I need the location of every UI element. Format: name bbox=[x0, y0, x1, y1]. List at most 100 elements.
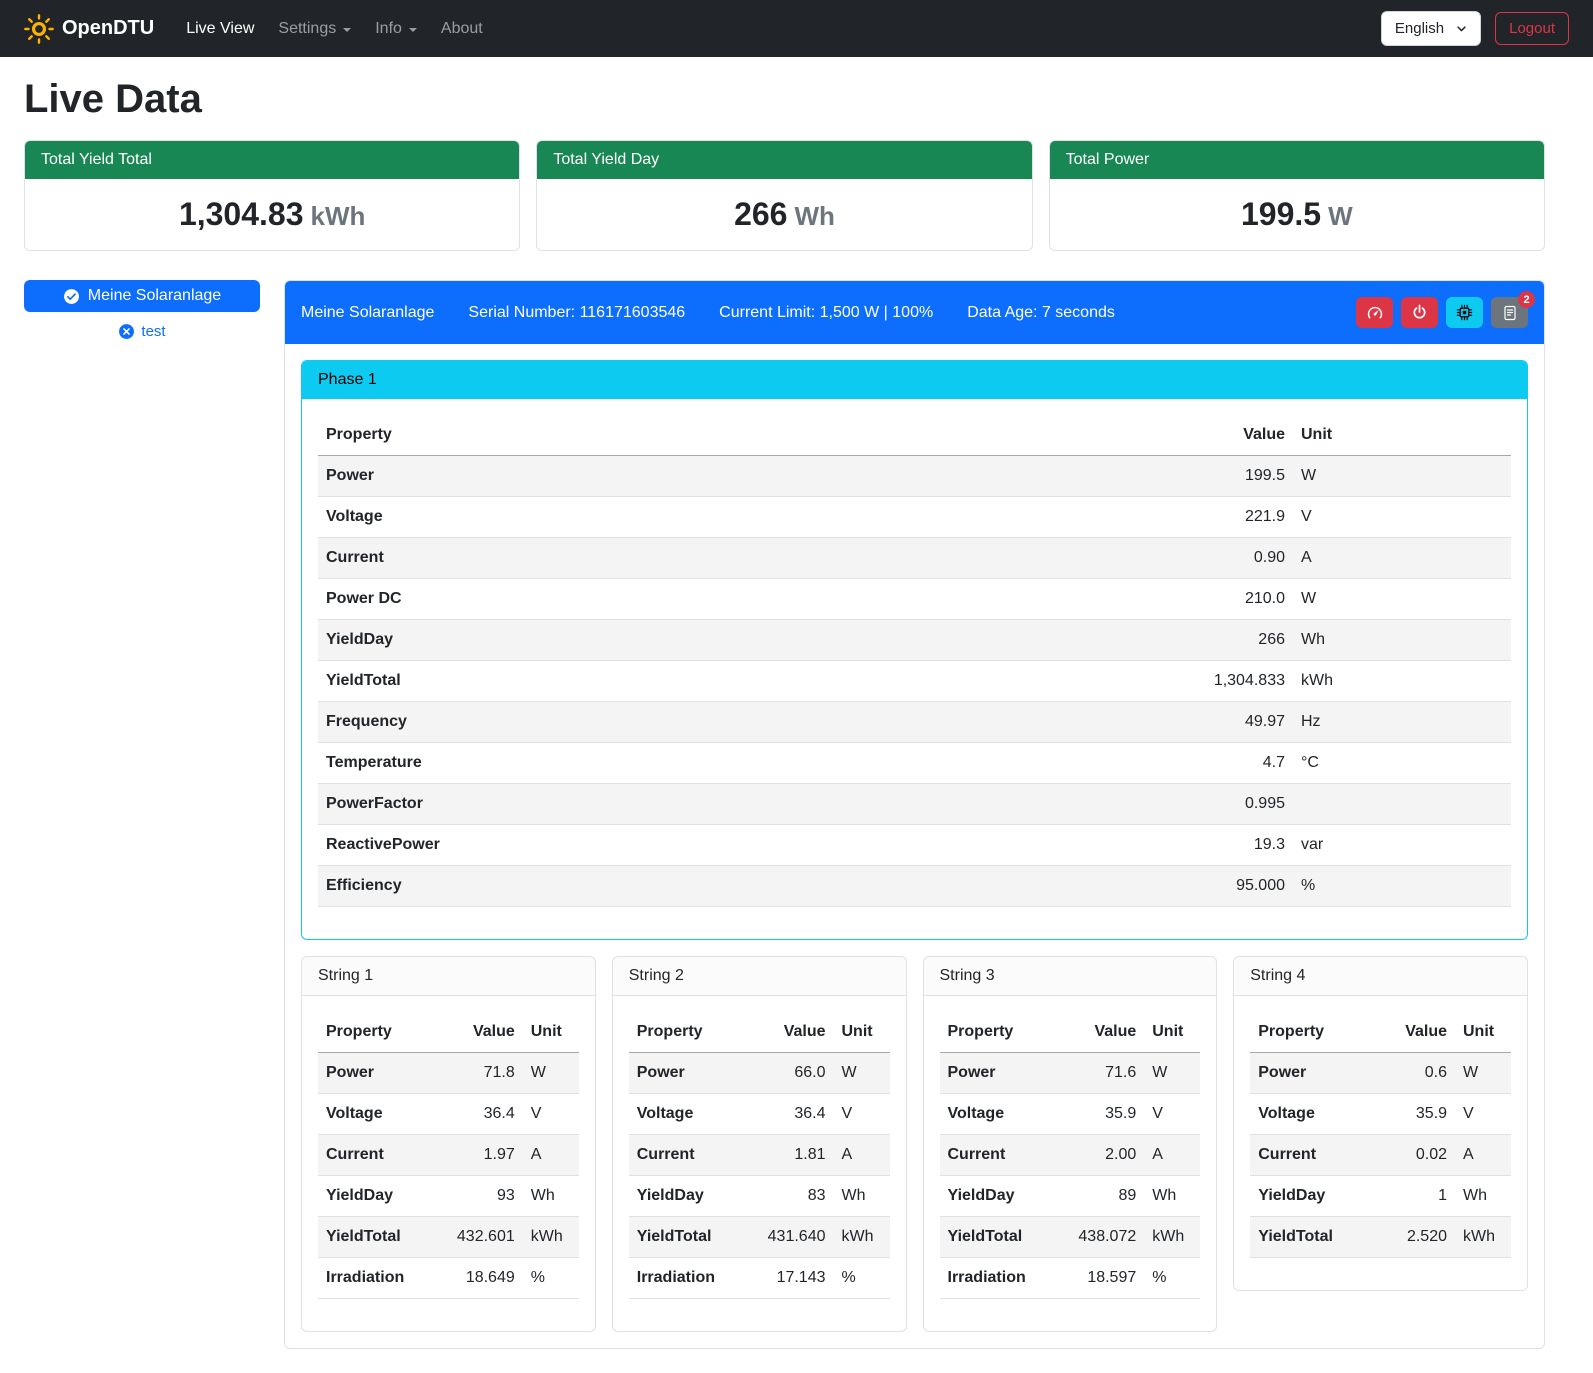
nav-info[interactable]: Info bbox=[363, 12, 429, 46]
table-row: Power DC 210.0 W bbox=[318, 579, 1511, 620]
row-unit: W bbox=[1293, 456, 1511, 497]
logout-button[interactable]: Logout bbox=[1495, 12, 1569, 45]
inverter-name: Meine Solaranlage bbox=[301, 304, 434, 322]
row-property: Voltage bbox=[1250, 1094, 1375, 1135]
power-icon bbox=[1411, 304, 1428, 321]
page-container: Live Data Total Yield Total 1,304.83kWh … bbox=[0, 77, 1593, 1373]
row-value: 4.7 bbox=[901, 743, 1293, 784]
device-info-button[interactable] bbox=[1446, 297, 1483, 328]
row-value: 0.6 bbox=[1375, 1053, 1455, 1094]
nav-settings[interactable]: Settings bbox=[266, 12, 363, 46]
string-card-body: Property Value Unit Power bbox=[302, 996, 595, 1331]
inverter-select-button[interactable]: Meine Solaranlage bbox=[24, 280, 260, 312]
string-card-title: String 4 bbox=[1234, 957, 1527, 996]
row-unit: % bbox=[1293, 866, 1511, 907]
nav-about[interactable]: About bbox=[429, 12, 495, 46]
row-property: Current bbox=[318, 1135, 433, 1176]
col-unit: Unit bbox=[523, 1012, 579, 1053]
row-property: Voltage bbox=[318, 1094, 433, 1135]
row-unit: V bbox=[1455, 1094, 1511, 1135]
string-card-title: String 2 bbox=[613, 957, 906, 996]
row-value: 18.649 bbox=[433, 1258, 523, 1299]
row-value: 0.02 bbox=[1375, 1135, 1455, 1176]
col-value: Value bbox=[433, 1012, 523, 1053]
journal-icon bbox=[1502, 305, 1518, 321]
col-unit: Unit bbox=[834, 1012, 890, 1053]
table-row: Frequency 49.97 Hz bbox=[318, 702, 1511, 743]
summary-card-body: 199.5W bbox=[1050, 179, 1544, 250]
row-property: YieldDay bbox=[318, 1176, 433, 1217]
row-value: 1 bbox=[1375, 1176, 1455, 1217]
summary-card-title: Total Yield Day bbox=[537, 141, 1031, 179]
event-log-button[interactable]: 2 bbox=[1491, 297, 1528, 328]
string-card-title: String 3 bbox=[924, 957, 1217, 996]
sun-icon bbox=[24, 14, 54, 44]
row-unit: V bbox=[834, 1094, 890, 1135]
row-unit: var bbox=[1293, 825, 1511, 866]
row-property: Power bbox=[318, 1053, 433, 1094]
language-select[interactable]: English bbox=[1381, 11, 1481, 46]
chevron-down-icon bbox=[1456, 23, 1467, 34]
power-button[interactable] bbox=[1401, 297, 1438, 328]
summary-card-unit: W bbox=[1328, 201, 1353, 231]
row-value: 35.9 bbox=[1375, 1094, 1455, 1135]
table-row: Voltage 35.9 V bbox=[1250, 1094, 1511, 1135]
row-value: 95.000 bbox=[901, 866, 1293, 907]
row-unit: A bbox=[1455, 1135, 1511, 1176]
row-unit: % bbox=[1144, 1258, 1200, 1299]
row-value: 0.995 bbox=[901, 784, 1293, 825]
col-value: Value bbox=[1054, 1012, 1144, 1053]
table-header-row: Property Value Unit bbox=[318, 1012, 579, 1053]
speedometer-icon bbox=[1366, 304, 1384, 322]
row-unit: Wh bbox=[523, 1176, 579, 1217]
row-unit: W bbox=[1455, 1053, 1511, 1094]
col-property: Property bbox=[940, 1012, 1055, 1053]
inverter-item-test[interactable]: test bbox=[24, 323, 260, 340]
table-row: Efficiency 95.000 % bbox=[318, 866, 1511, 907]
row-unit: Wh bbox=[1144, 1176, 1200, 1217]
navbar: OpenDTU Live View Settings Info About En… bbox=[0, 0, 1593, 57]
dropdown-caret-icon bbox=[343, 28, 351, 32]
x-circle-icon bbox=[118, 323, 135, 340]
row-value: 36.4 bbox=[744, 1094, 834, 1135]
table-header-row: Property Value Unit bbox=[1250, 1012, 1511, 1053]
row-value: 199.5 bbox=[901, 456, 1293, 497]
col-property: Property bbox=[318, 415, 901, 456]
row-value: 210.0 bbox=[901, 579, 1293, 620]
row-value: 36.4 bbox=[433, 1094, 523, 1135]
table-row: Irradiation 17.143 % bbox=[629, 1258, 890, 1299]
row-property: YieldTotal bbox=[318, 661, 901, 702]
event-count-badge: 2 bbox=[1518, 291, 1535, 308]
row-unit: V bbox=[1144, 1094, 1200, 1135]
string-table: Property Value Unit Power bbox=[629, 1012, 890, 1299]
table-row: YieldTotal 1,304.833 kWh bbox=[318, 661, 1511, 702]
summary-card-title: Total Yield Total bbox=[25, 141, 519, 179]
card-total-yield-day: Total Yield Day 266Wh bbox=[536, 140, 1032, 251]
summary-card-unit: kWh bbox=[311, 201, 366, 231]
inverter-item-test-label: test bbox=[141, 323, 165, 340]
row-value: 89 bbox=[1054, 1176, 1144, 1217]
row-property: YieldDay bbox=[318, 620, 901, 661]
inverter-current-limit: Current Limit: 1,500 W | 100% bbox=[719, 304, 933, 322]
brand[interactable]: OpenDTU bbox=[24, 14, 154, 44]
table-row: Current 0.02 A bbox=[1250, 1135, 1511, 1176]
table-row: PowerFactor 0.995 bbox=[318, 784, 1511, 825]
row-property: YieldDay bbox=[629, 1176, 744, 1217]
string-card-body: Property Value Unit Power bbox=[613, 996, 906, 1331]
row-property: Power DC bbox=[318, 579, 901, 620]
summary-cards: Total Yield Total 1,304.83kWh Total Yiel… bbox=[24, 140, 1545, 251]
row-unit: W bbox=[834, 1053, 890, 1094]
inverter-card-body: Phase 1 Property Value Unit bbox=[285, 344, 1544, 1348]
limit-settings-button[interactable] bbox=[1356, 297, 1393, 328]
row-unit: °C bbox=[1293, 743, 1511, 784]
row-property: Temperature bbox=[318, 743, 901, 784]
nav-live-view[interactable]: Live View bbox=[174, 12, 266, 46]
row-property: YieldTotal bbox=[629, 1217, 744, 1258]
string-table: Property Value Unit Power bbox=[1250, 1012, 1511, 1258]
row-unit: Wh bbox=[1455, 1176, 1511, 1217]
row-unit: A bbox=[1293, 538, 1511, 579]
cpu-icon bbox=[1456, 304, 1473, 321]
phase-panel-body: Property Value Unit Power bbox=[302, 399, 1527, 939]
table-row: Power 199.5 W bbox=[318, 456, 1511, 497]
table-row: Irradiation 18.649 % bbox=[318, 1258, 579, 1299]
